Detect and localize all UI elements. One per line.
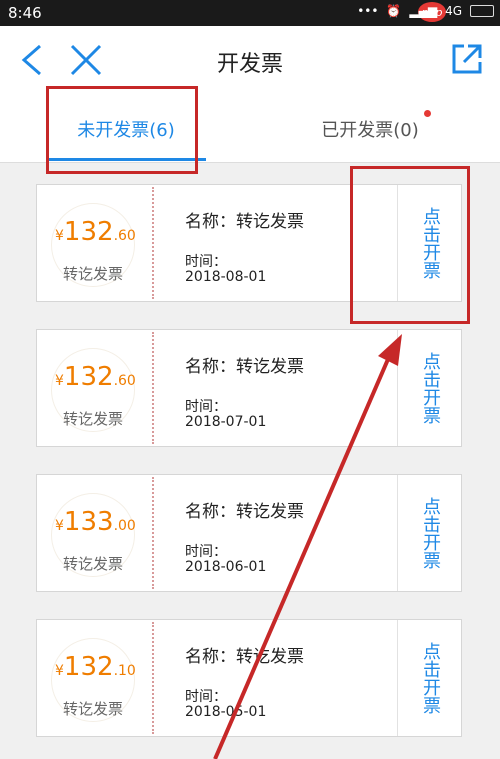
- alarm-icon: ⏰: [386, 4, 402, 18]
- currency-symbol: ¥: [55, 373, 64, 389]
- invoice-date: 2018-08-01: [185, 269, 267, 285]
- invoice-type-label: 转讫发票: [63, 700, 124, 718]
- invoice-amount: ¥132.60: [55, 217, 136, 247]
- amount-integer: 132: [63, 652, 114, 682]
- tab-invoiced[interactable]: 已开发票(0): [300, 96, 440, 162]
- invoice-amount-block: ¥132.60 转讫发票: [37, 330, 153, 446]
- annotation-box-action: [350, 166, 470, 324]
- invoice-amount: ¥132.10: [55, 652, 136, 682]
- currency-symbol: ¥: [55, 228, 64, 244]
- issue-invoice-button[interactable]: 点击开票: [397, 475, 462, 591]
- issue-invoice-button[interactable]: 点击开票: [397, 620, 462, 736]
- invoice-time-label: 时间：: [185, 689, 227, 705]
- status-icons: ••• ⏰ ▂▄▆ 4G: [357, 4, 494, 18]
- amount-integer: 133: [63, 507, 114, 537]
- invoice-type-label: 转讫发票: [63, 410, 124, 428]
- issue-invoice-button[interactable]: 点击开票: [397, 330, 462, 446]
- currency-symbol: ¥: [55, 663, 64, 679]
- invoice-type-label: 转讫发票: [63, 555, 124, 573]
- invoice-date: 2018-05-01: [185, 704, 267, 720]
- dotted-divider: [152, 187, 154, 299]
- invoice-type-label: 转讫发票: [63, 265, 124, 283]
- signal-icon: ▂▄▆: [409, 4, 438, 18]
- amount-decimal: .60: [113, 228, 136, 244]
- currency-symbol: ¥: [55, 518, 64, 534]
- invoice-card: ¥132.60 转讫发票 名称：转讫发票 时间： 2018-07-01 点击开票: [36, 329, 462, 447]
- status-time: 8:46: [8, 4, 42, 22]
- annotation-box-tab: [46, 86, 198, 174]
- invoice-amount: ¥132.60: [55, 362, 136, 392]
- page-title: 开发票: [216, 52, 283, 77]
- dotted-divider: [152, 332, 154, 444]
- dotted-divider: [152, 622, 154, 734]
- amount-decimal: .00: [113, 518, 136, 534]
- dotted-divider: [152, 477, 154, 589]
- invoice-name: 名称：转讫发票: [185, 502, 304, 522]
- invoice-name: 名称：转讫发票: [185, 357, 304, 377]
- invoice-date: 2018-07-01: [185, 414, 267, 430]
- invoice-name: 名称：转讫发票: [185, 647, 304, 667]
- invoice-amount: ¥133.00: [55, 507, 136, 537]
- invoice-date: 2018-06-01: [185, 559, 267, 575]
- amount-decimal: .10: [113, 663, 136, 679]
- network-type: 4G: [445, 4, 462, 18]
- invoice-amount-block: ¥132.60 转讫发票: [37, 185, 153, 301]
- status-bar: 8:46 php ••• ⏰ ▂▄▆ 4G: [0, 0, 500, 26]
- amount-decimal: .60: [113, 373, 136, 389]
- share-external-icon[interactable]: [450, 42, 484, 76]
- invoice-card: ¥133.00 转讫发票 名称：转讫发票 时间： 2018-06-01 点击开票: [36, 474, 462, 592]
- invoice-amount-block: ¥133.00 转讫发票: [37, 475, 153, 591]
- invoice-time-label: 时间：: [185, 544, 227, 560]
- invoice-time-label: 时间：: [185, 399, 227, 415]
- invoice-time-label: 时间：: [185, 254, 227, 270]
- notification-dot: [424, 110, 431, 117]
- invoice-name: 名称：转讫发票: [185, 212, 304, 232]
- invoice-amount-block: ¥132.10 转讫发票: [37, 620, 153, 736]
- invoice-card: ¥132.10 转讫发票 名称：转讫发票 时间： 2018-05-01 点击开票: [36, 619, 462, 737]
- battery-icon: [470, 5, 494, 17]
- more-dots-icon: •••: [357, 4, 379, 18]
- amount-integer: 132: [63, 217, 114, 247]
- amount-integer: 132: [63, 362, 114, 392]
